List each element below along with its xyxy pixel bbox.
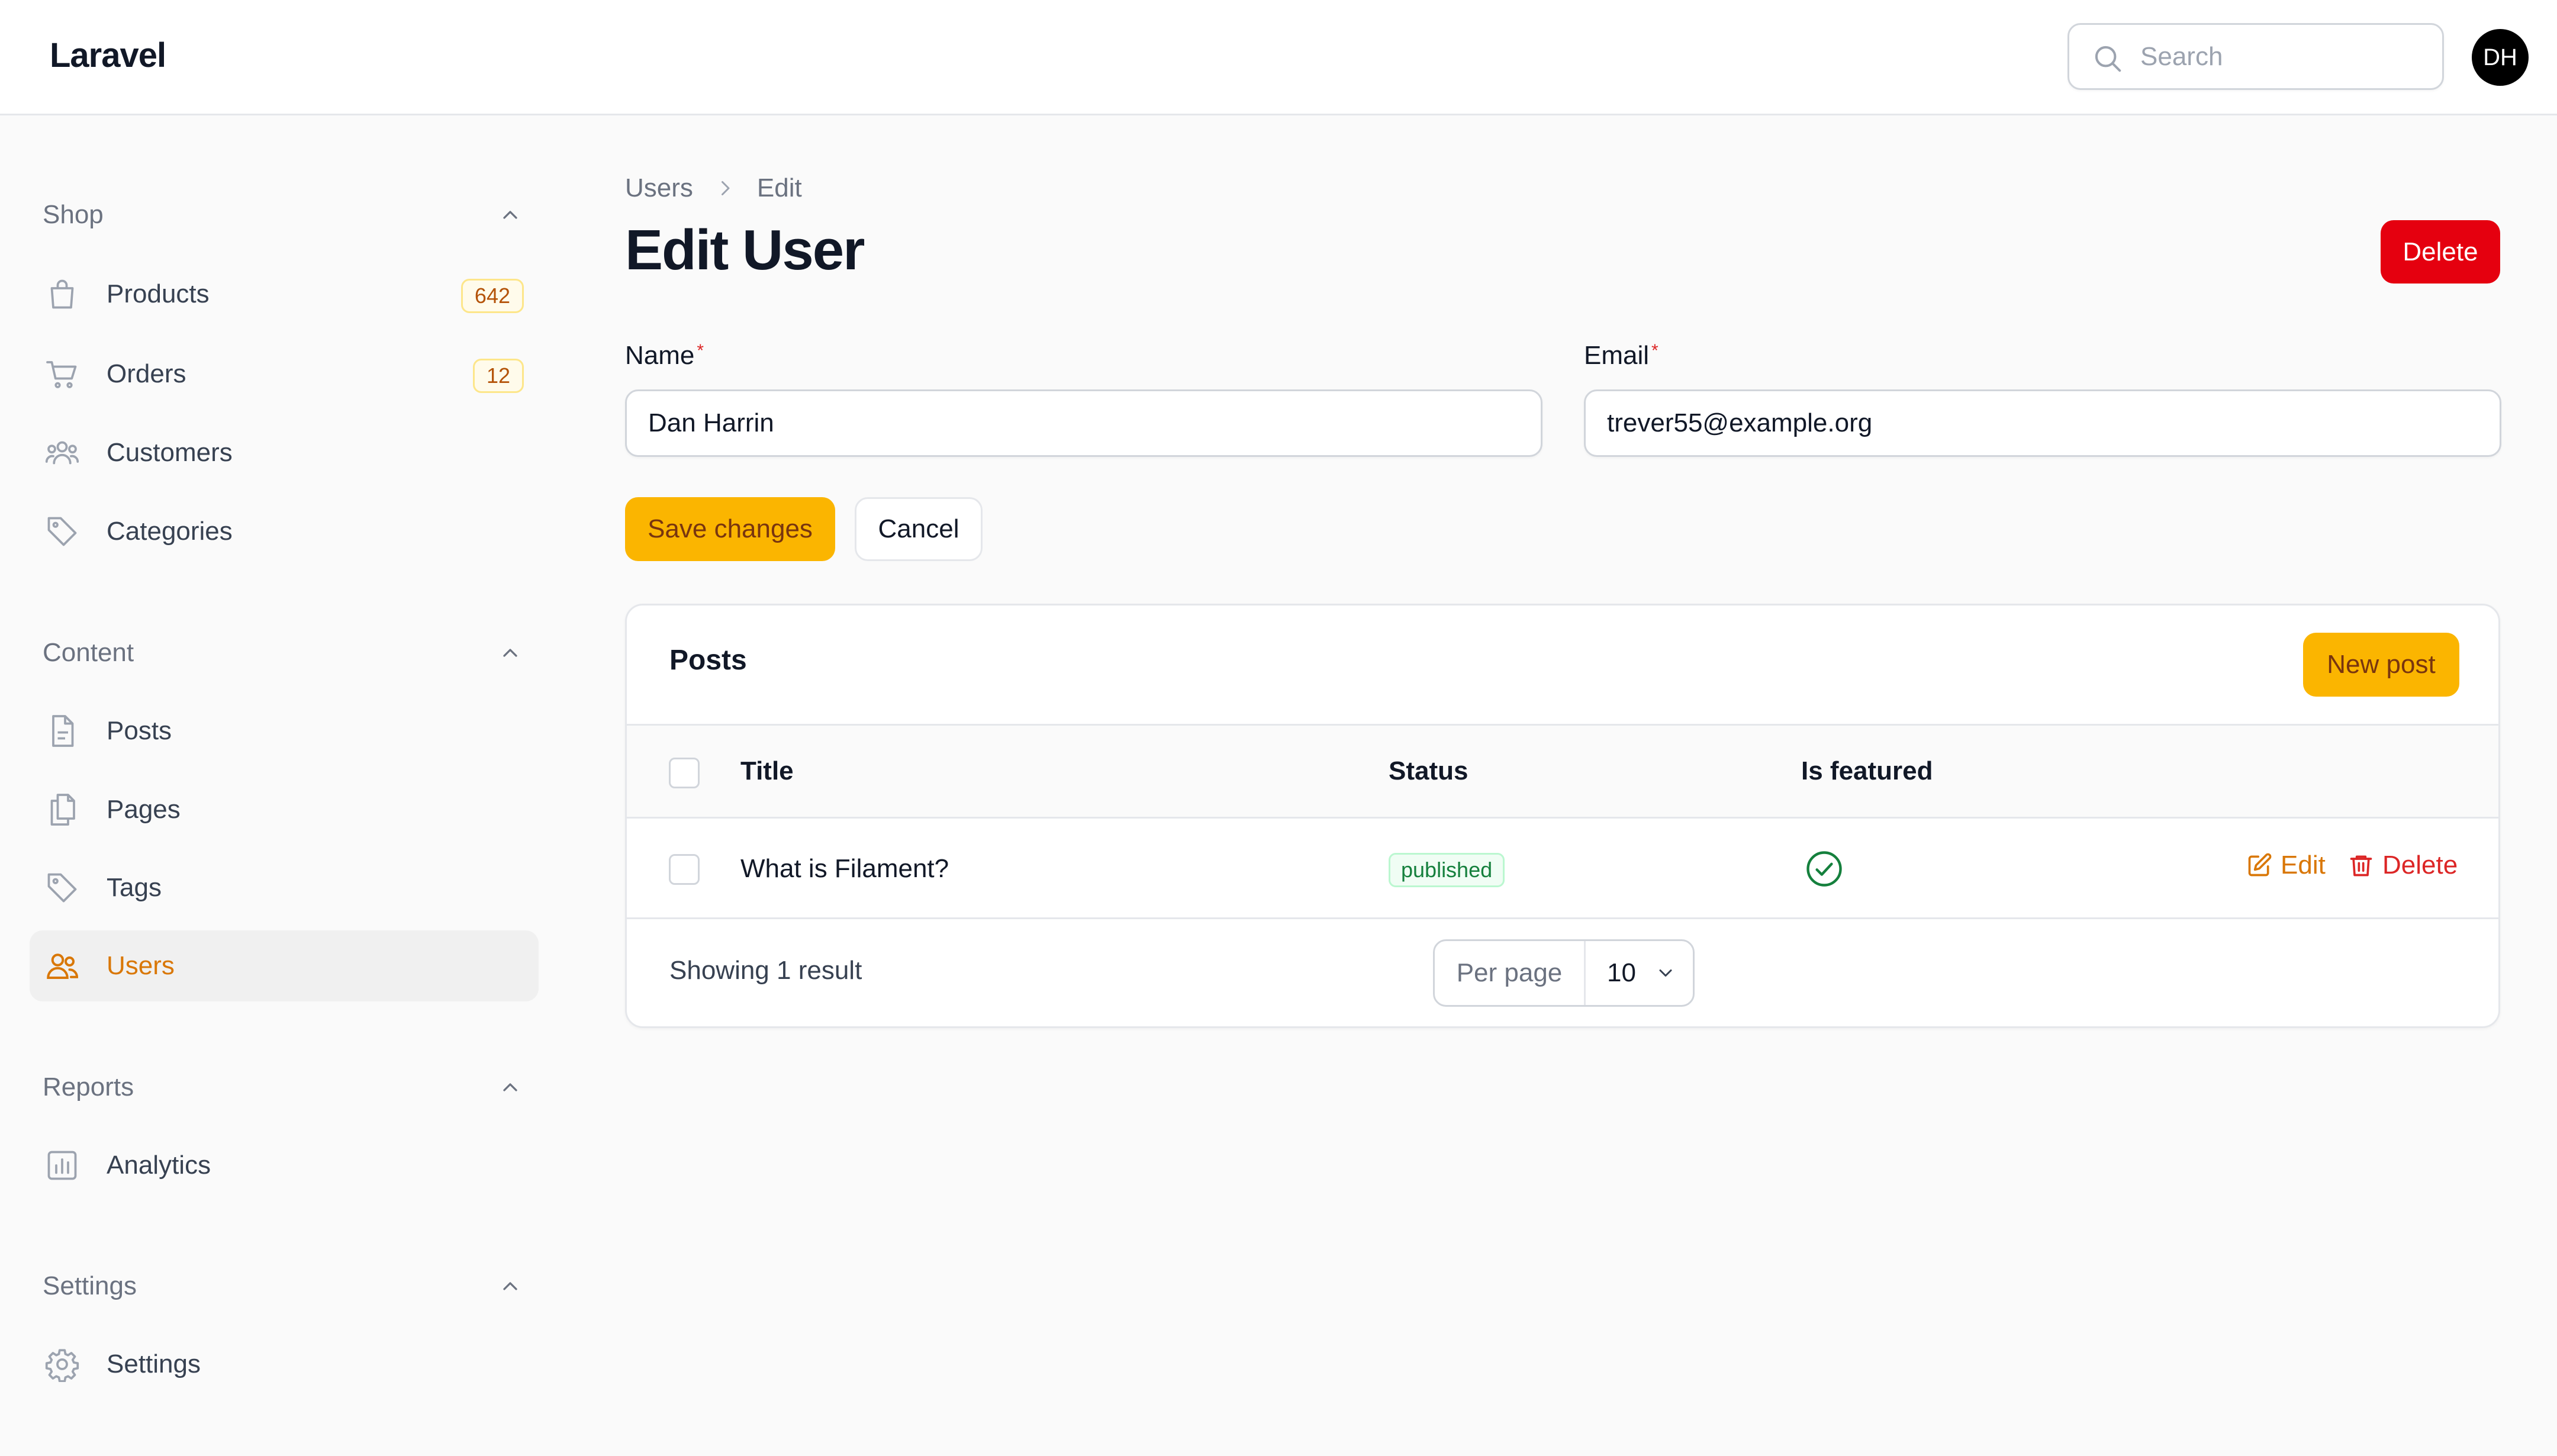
sidebar-group-reports[interactable]: Reports (43, 1070, 522, 1105)
cancel-button[interactable]: Cancel (855, 497, 983, 561)
sidebar-group-label: Settings (43, 1271, 137, 1300)
breadcrumb-current: Edit (756, 173, 802, 202)
pencil-square-icon (2248, 853, 2272, 877)
sidebar-item-orders[interactable]: Orders 12 (30, 339, 539, 410)
sidebar-item-label: Analytics (107, 1151, 211, 1180)
sidebar-item-label: Products (107, 279, 210, 308)
name-input[interactable] (627, 391, 1541, 455)
search-box[interactable] (2068, 23, 2444, 90)
sidebar-item-tags[interactable]: Tags (30, 852, 539, 923)
per-page-value: 10 (1607, 958, 1636, 987)
save-changes-button[interactable]: Save changes (625, 497, 835, 561)
email-field[interactable] (1584, 389, 2501, 457)
sidebar-item-label: Pages (107, 795, 181, 824)
document-icon (52, 715, 74, 747)
delete-user-button[interactable]: Delete (2381, 220, 2500, 284)
column-header-featured[interactable]: Is featured (1801, 756, 1933, 786)
edit-label: Edit (2281, 851, 2326, 880)
check-circle-icon (1806, 851, 1842, 887)
column-header-status[interactable]: Status (1389, 756, 1468, 786)
per-page-select[interactable]: Per page 10 (1433, 939, 1695, 1007)
per-page-dropdown[interactable]: 10 (1586, 941, 1693, 1005)
posts-heading: Posts (669, 645, 747, 676)
delete-post-action[interactable]: Delete (2348, 851, 2458, 880)
sidebar-group-content[interactable]: Content (43, 635, 522, 671)
breadcrumb: Users Edit (625, 170, 802, 206)
count-badge: 12 (472, 359, 524, 393)
sidebar-item-label: Categories (107, 517, 233, 546)
sidebar-group-label: Reports (43, 1072, 134, 1101)
sidebar-item-customers[interactable]: Customers (30, 417, 539, 488)
sidebar-item-label: Posts (107, 716, 172, 745)
sidebar-item-label: Customers (107, 438, 233, 467)
email-label: Email * (1584, 341, 1658, 371)
shopping-cart-icon (46, 361, 77, 388)
post-title-cell[interactable]: What is Filament? (740, 854, 949, 884)
chevron-up-icon[interactable] (498, 1274, 522, 1298)
sidebar-item-products[interactable]: Products 642 (30, 259, 539, 330)
count-badge: 642 (460, 279, 524, 313)
sidebar-item-label: Tags (107, 873, 162, 902)
table-footer: Showing 1 result Per page 10 (627, 919, 2498, 1026)
name-label: Name * (625, 341, 704, 371)
edit-post-action[interactable]: Edit (2246, 851, 2326, 880)
required-mark: * (697, 341, 704, 360)
cog-icon (45, 1349, 79, 1382)
name-field[interactable] (625, 389, 1542, 457)
posts-table-card: Posts New post Title Status Is featured … (625, 604, 2500, 1028)
sidebar-group-label: Shop (43, 200, 104, 229)
status-badge: published (1389, 853, 1505, 887)
new-post-button[interactable]: New post (2303, 633, 2459, 697)
chart-bar-icon (47, 1151, 77, 1180)
sidebar-item-users[interactable]: Users (30, 930, 539, 1001)
user-avatar[interactable]: DH (2472, 29, 2529, 86)
table-header: Title Status Is featured (627, 724, 2498, 819)
delete-label: Delete (2382, 851, 2458, 880)
select-all-checkbox[interactable] (669, 758, 700, 788)
per-page-label: Per page (1435, 941, 1586, 1005)
chevron-down-icon (1659, 969, 1672, 977)
sidebar-item-analytics[interactable]: Analytics (30, 1130, 539, 1201)
tag-icon (47, 873, 77, 903)
chevron-right-icon (721, 181, 730, 195)
email-label-text: Email (1584, 341, 1650, 370)
sidebar-item-pages[interactable]: Pages (30, 774, 539, 845)
chevron-up-icon[interactable] (498, 641, 522, 665)
chevron-up-icon[interactable] (498, 203, 522, 227)
required-mark: * (1651, 341, 1658, 360)
email-input[interactable] (1586, 391, 2500, 455)
row-checkbox[interactable] (669, 854, 700, 885)
table-row[interactable]: What is Filament? published Edit Delete (627, 819, 2498, 919)
users-group-icon (45, 441, 79, 465)
search-icon (2095, 46, 2121, 72)
brand-logo[interactable]: Laravel (50, 36, 166, 75)
sidebar-group-shop[interactable]: Shop (43, 197, 522, 233)
sidebar-item-settings[interactable]: Settings (30, 1329, 539, 1400)
shopping-bag-icon (50, 279, 74, 309)
trash-icon (2350, 855, 2372, 877)
sidebar-group-label: Content (43, 638, 134, 667)
sidebar-item-label: Settings (107, 1349, 201, 1378)
search-input[interactable] (2140, 36, 2424, 78)
page-title: Edit User (625, 218, 865, 282)
breadcrumb-link-users[interactable]: Users (625, 173, 693, 203)
sidebar-item-label: Users (107, 951, 175, 980)
results-count: Showing 1 result (669, 956, 862, 985)
sidebar-item-label: Orders (107, 359, 186, 388)
name-label-text: Name (625, 341, 695, 370)
sidebar: Shop Products 642 Orders 12 Customers Ca… (0, 115, 568, 1456)
sidebar-item-posts[interactable]: Posts (30, 695, 539, 766)
users-icon (47, 954, 79, 979)
tag-icon (47, 517, 77, 546)
chevron-up-icon[interactable] (498, 1075, 522, 1099)
column-header-title[interactable]: Title (740, 756, 794, 786)
sidebar-item-categories[interactable]: Categories (30, 496, 539, 567)
documents-icon (50, 794, 75, 826)
top-bar: Laravel DH (0, 0, 2557, 115)
sidebar-group-settings[interactable]: Settings (43, 1268, 522, 1304)
